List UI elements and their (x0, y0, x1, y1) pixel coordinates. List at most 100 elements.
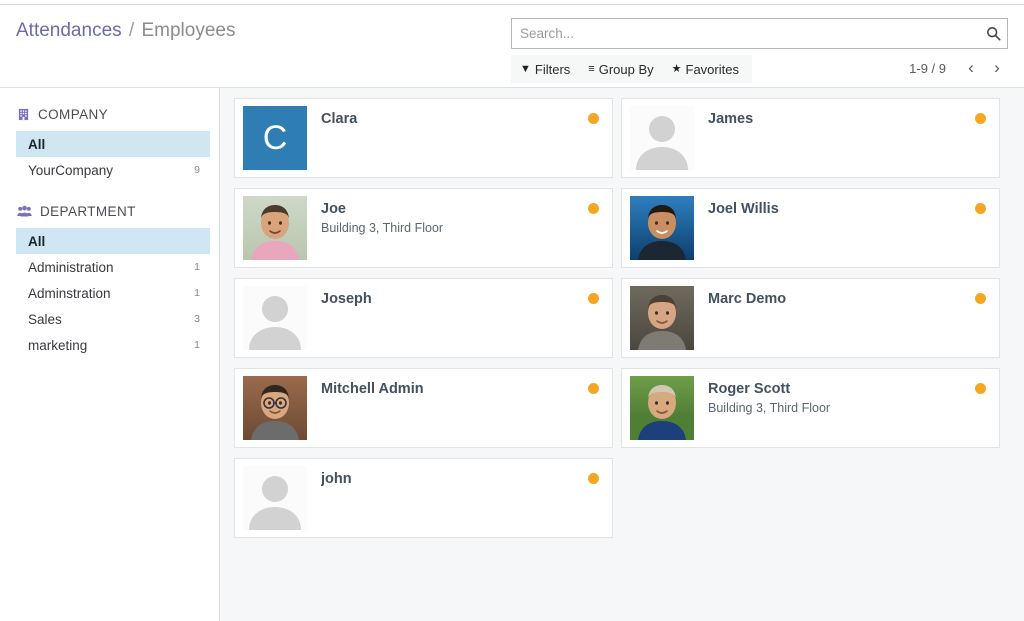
employee-avatar: C (243, 106, 307, 170)
placeholder-avatar-icon (243, 466, 307, 530)
sidebar-item-company-yourcompany[interactable]: YourCompany 9 (16, 157, 210, 183)
control-panel: Attendances / Employees ▼ Filters ≡ Grou… (0, 5, 1024, 88)
kanban-view: C Clara James Joe Building 3, Third Floor (220, 88, 1024, 621)
group-by-label: Group By (598, 61, 654, 77)
sidebar-item-department-adminstration[interactable]: Adminstration 1 (16, 280, 210, 306)
employee-name: john (321, 471, 352, 487)
attendance-status-badge[interactable] (588, 383, 599, 394)
employee-card-body: Clara (307, 99, 612, 177)
search-view[interactable] (511, 18, 1008, 49)
page-body: COMPANY All YourCompany 9 DEPARTMENT All… (0, 88, 1024, 621)
attendance-status-badge[interactable] (588, 293, 599, 304)
attendance-status-badge[interactable] (588, 113, 599, 124)
sidebar-item-label: All (28, 233, 46, 249)
sidebar-item-department-marketing[interactable]: marketing 1 (16, 332, 210, 358)
employee-name: Joe (321, 201, 346, 217)
sidebar-item-department-administration[interactable]: Administration 1 (16, 254, 210, 280)
employee-name: Joel Willis (708, 201, 779, 217)
breadcrumb-parent-attendances[interactable]: Attendances (16, 20, 122, 41)
employee-card[interactable]: Roger Scott Building 3, Third Floor (621, 368, 1000, 448)
employee-avatar (630, 286, 694, 350)
star-icon: ★ (671, 62, 682, 75)
employee-card[interactable]: C Clara (234, 98, 613, 178)
employee-avatar (243, 376, 307, 440)
favorites-label: Favorites (685, 61, 739, 77)
users-icon (17, 205, 32, 218)
breadcrumb-current-employees: Employees (141, 20, 236, 41)
employee-card[interactable]: Mitchell Admin (234, 368, 613, 448)
employee-avatar (243, 286, 307, 350)
sidebar-item-department-all[interactable]: All (16, 228, 210, 254)
filter-funnel-icon: ▼ (520, 62, 531, 75)
sidebar-department-list: All Administration 1 Adminstration 1 Sal… (0, 228, 219, 358)
filters-button[interactable]: ▼ Filters (511, 55, 579, 83)
sidebar-item-count: 1 (194, 261, 200, 273)
sidebar-item-label: YourCompany (28, 162, 114, 178)
employee-avatar (630, 106, 694, 170)
employee-name: Roger Scott (708, 381, 791, 397)
sidebar-item-department-sales[interactable]: Sales 3 (16, 306, 210, 332)
employee-photo (243, 376, 307, 440)
employee-card[interactable]: john (234, 458, 613, 538)
employee-name: Clara (321, 111, 358, 127)
sidebar-section-company-label: COMPANY (38, 106, 109, 122)
kanban-grid: C Clara James Joe Building 3, Third Floor (234, 98, 1014, 548)
sidebar-section-department-label: DEPARTMENT (40, 203, 136, 219)
search-input[interactable] (512, 19, 979, 48)
filters-label: Filters (534, 61, 571, 77)
employee-card[interactable]: James (621, 98, 1000, 178)
placeholder-avatar-icon (630, 106, 694, 170)
sidebar-item-count: 1 (194, 287, 200, 299)
employee-name: James (708, 111, 754, 127)
attendance-status-badge[interactable] (975, 293, 986, 304)
employee-avatar (243, 196, 307, 260)
employee-avatar (630, 376, 694, 440)
employee-card[interactable]: Joe Building 3, Third Floor (234, 188, 613, 268)
pager-previous-icon[interactable]: ‹ (960, 57, 982, 79)
employee-name: Joseph (321, 291, 372, 307)
sidebar-item-label: All (28, 136, 46, 152)
employee-avatar (243, 466, 307, 530)
employee-photo (630, 196, 694, 260)
pager: 1-9 / 9 ‹ › (909, 57, 1008, 79)
employee-card-body: Joe Building 3, Third Floor (307, 189, 612, 267)
sidebar-item-label: Sales (28, 311, 62, 327)
sidebar-item-company-all[interactable]: All (16, 131, 210, 157)
placeholder-avatar-icon (243, 286, 307, 350)
sidebar: COMPANY All YourCompany 9 DEPARTMENT All… (0, 88, 220, 621)
search-icon[interactable] (979, 19, 1007, 48)
employee-card-body: Roger Scott Building 3, Third Floor (694, 369, 999, 447)
breadcrumb: Attendances / Employees (16, 19, 235, 43)
pager-next-icon[interactable]: › (986, 57, 1008, 79)
group-by-button[interactable]: ≡ Group By (579, 55, 662, 83)
attendance-status-badge[interactable] (975, 383, 986, 394)
breadcrumb-separator: / (128, 20, 135, 41)
sidebar-item-label: marketing (28, 337, 88, 353)
employee-card-body: john (307, 459, 612, 537)
filter-bar: ▼ Filters ≡ Group By ★ Favorites (511, 55, 752, 83)
pager-range: 1-9 / 9 (909, 60, 946, 76)
employee-card-body: James (694, 99, 999, 177)
employee-card[interactable]: Joel Willis (621, 188, 1000, 268)
employee-name: Marc Demo (708, 291, 787, 307)
sidebar-item-label: Adminstration (28, 285, 111, 301)
attendance-status-badge[interactable] (975, 203, 986, 214)
employee-card[interactable]: Joseph (234, 278, 613, 358)
employee-card-body: Joel Willis (694, 189, 999, 267)
employee-avatar (630, 196, 694, 260)
employee-card-body: Marc Demo (694, 279, 999, 357)
sidebar-item-count: 3 (194, 313, 200, 325)
employee-work-location: Building 3, Third Floor (321, 221, 444, 235)
favorites-button[interactable]: ★ Favorites (663, 55, 748, 83)
attendance-status-badge[interactable] (588, 203, 599, 214)
sidebar-company-list: All YourCompany 9 (0, 131, 219, 183)
employee-card[interactable]: Marc Demo (621, 278, 1000, 358)
employee-name: Mitchell Admin (321, 381, 424, 397)
avatar-initial: C (243, 106, 307, 170)
sidebar-item-count: 1 (194, 339, 200, 351)
employee-work-location: Building 3, Third Floor (708, 401, 831, 415)
attendance-status-badge[interactable] (588, 473, 599, 484)
attendance-status-badge[interactable] (975, 113, 986, 124)
building-icon (17, 108, 30, 121)
